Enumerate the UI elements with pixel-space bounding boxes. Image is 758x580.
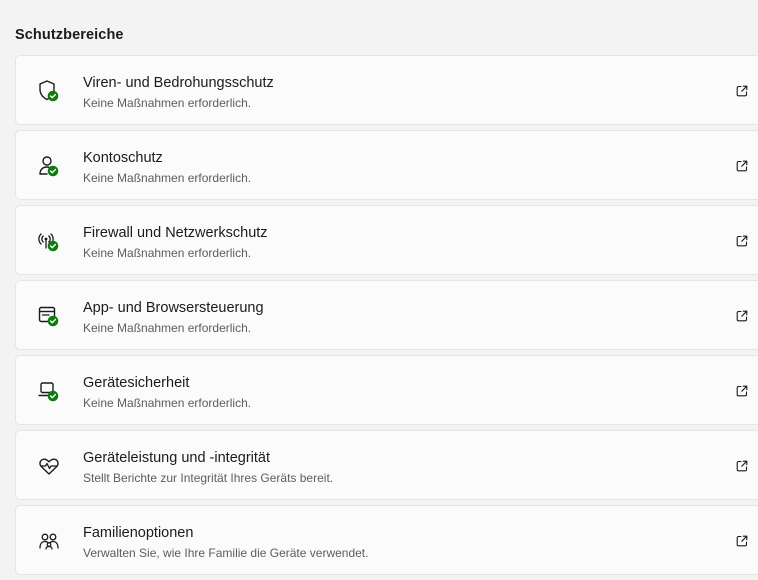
card-subtitle: Keine Maßnahmen erforderlich. bbox=[83, 96, 252, 110]
card-firewall-network-protection[interactable]: Firewall und Netzwerkschutz Keine Maßnah… bbox=[15, 205, 758, 275]
section-title: Schutzbereiche bbox=[15, 27, 124, 43]
card-subtitle: Keine Maßnahmen erforderlich. bbox=[83, 396, 252, 410]
card-title: App- und Browsersteuerung bbox=[83, 300, 264, 316]
card-subtitle: Keine Maßnahmen erforderlich. bbox=[83, 171, 252, 185]
external-link-icon[interactable] bbox=[735, 159, 749, 173]
card-subtitle: Stellt Berichte zur Integrität Ihres Ger… bbox=[83, 471, 334, 485]
card-title: Firewall und Netzwerkschutz bbox=[83, 225, 268, 241]
protection-areas-list: Viren- und Bedrohungsschutz Keine Maßnah… bbox=[15, 55, 758, 580]
heart-pulse-icon bbox=[36, 453, 62, 479]
card-device-security[interactable]: Gerätesicherheit Keine Maßnahmen erforde… bbox=[15, 355, 758, 425]
card-title: Viren- und Bedrohungsschutz bbox=[83, 75, 274, 91]
shield-icon bbox=[36, 78, 62, 104]
card-app-browser-control[interactable]: App- und Browsersteuerung Keine Maßnahme… bbox=[15, 280, 758, 350]
account-icon bbox=[36, 153, 62, 179]
card-title: Geräteleistung und -integrität bbox=[83, 450, 270, 466]
card-subtitle: Keine Maßnahmen erforderlich. bbox=[83, 321, 252, 335]
card-title: Kontoschutz bbox=[83, 150, 163, 166]
card-title: Gerätesicherheit bbox=[83, 375, 190, 391]
external-link-icon[interactable] bbox=[735, 309, 749, 323]
card-device-performance-health[interactable]: Geräteleistung und -integrität Stellt Be… bbox=[15, 430, 758, 500]
card-subtitle: Verwalten Sie, wie Ihre Familie die Gerä… bbox=[83, 546, 369, 560]
network-antenna-icon bbox=[36, 228, 62, 254]
card-virus-threat-protection[interactable]: Viren- und Bedrohungsschutz Keine Maßnah… bbox=[15, 55, 758, 125]
app-window-icon bbox=[36, 303, 62, 329]
card-account-protection[interactable]: Kontoschutz Keine Maßnahmen erforderlich… bbox=[15, 130, 758, 200]
laptop-icon bbox=[36, 378, 62, 404]
external-link-icon[interactable] bbox=[735, 234, 749, 248]
family-icon bbox=[36, 528, 62, 554]
card-subtitle: Keine Maßnahmen erforderlich. bbox=[83, 246, 252, 260]
external-link-icon[interactable] bbox=[735, 84, 749, 98]
external-link-icon[interactable] bbox=[735, 459, 749, 473]
card-title: Familienoptionen bbox=[83, 525, 194, 541]
card-family-options[interactable]: Familienoptionen Verwalten Sie, wie Ihre… bbox=[15, 505, 758, 575]
external-link-icon[interactable] bbox=[735, 534, 749, 548]
external-link-icon[interactable] bbox=[735, 384, 749, 398]
